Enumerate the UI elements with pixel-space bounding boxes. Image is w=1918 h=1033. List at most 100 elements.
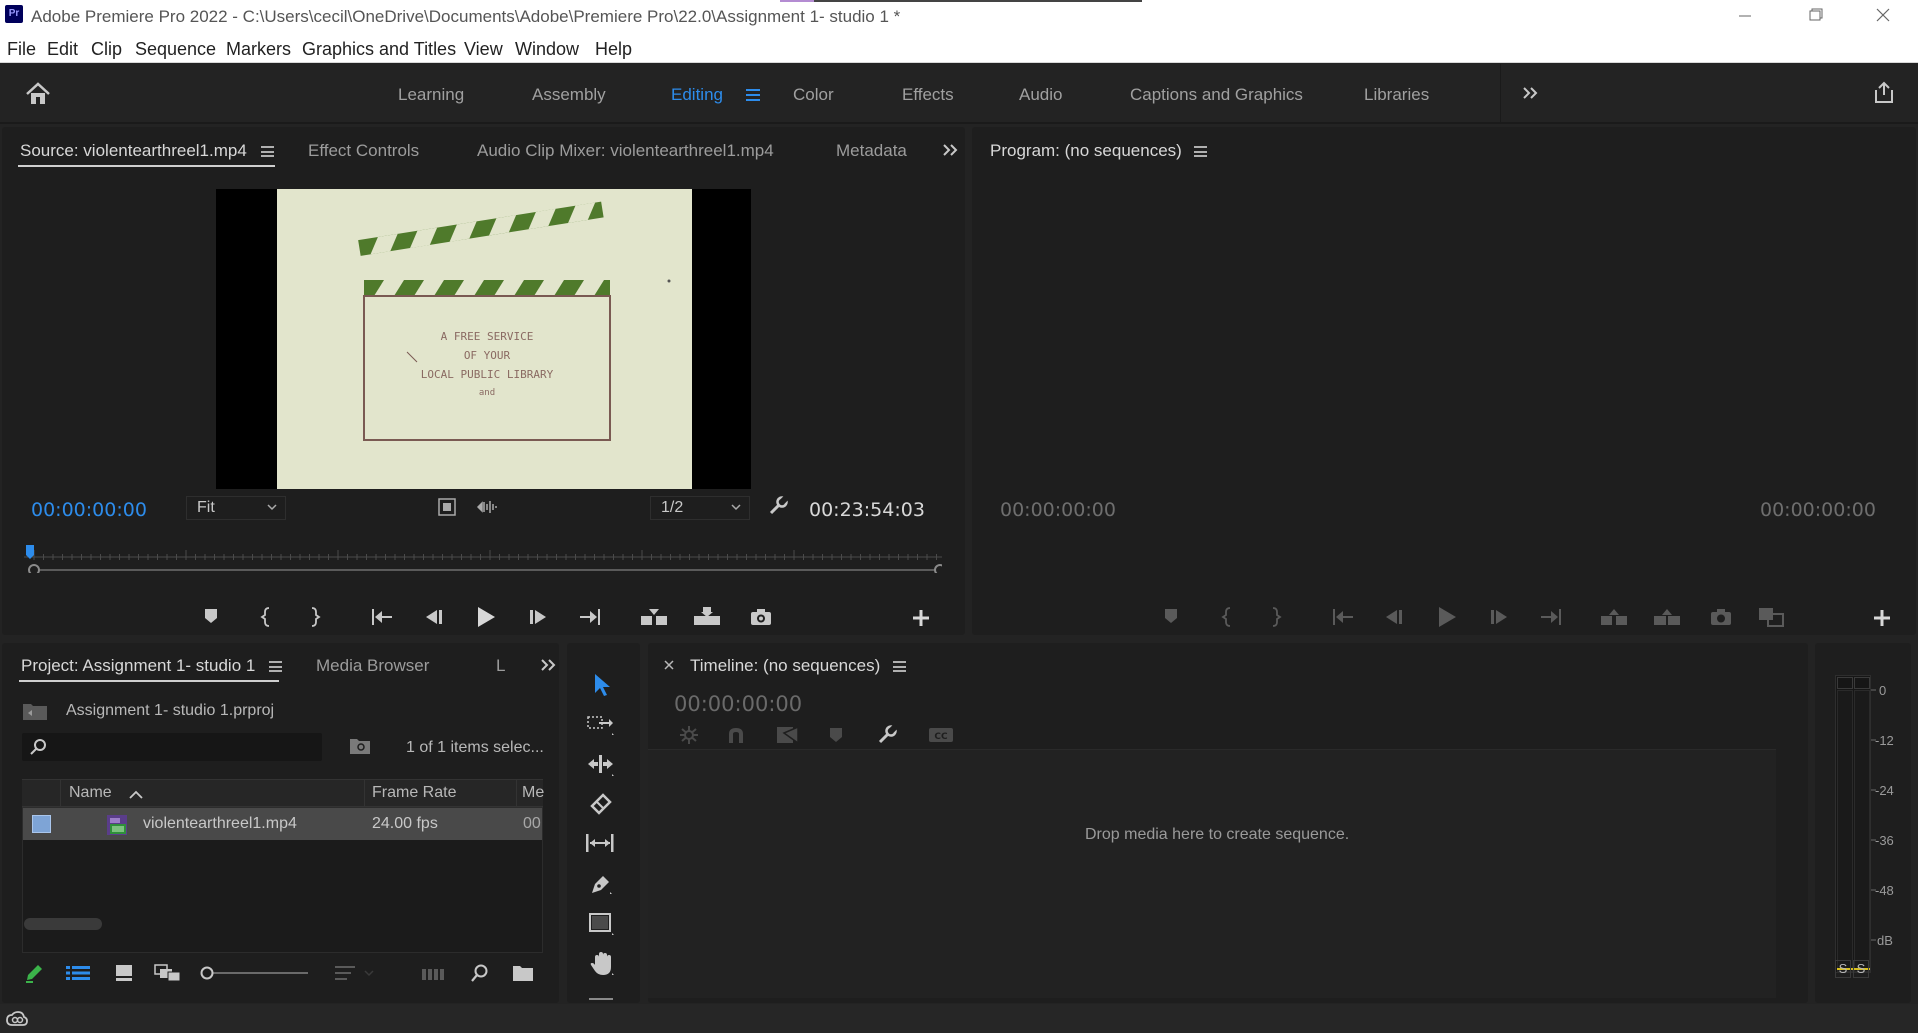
minimize-button[interactable]: [1710, 0, 1780, 30]
find-icon[interactable]: [469, 963, 489, 983]
more-tabs-icon[interactable]: [942, 143, 958, 157]
menu-help[interactable]: Help: [595, 39, 632, 60]
workspace-audio[interactable]: Audio: [1019, 85, 1062, 105]
export-frame-camera-icon[interactable]: [1710, 608, 1732, 626]
menu-edit[interactable]: Edit: [47, 39, 78, 60]
mark-out-icon[interactable]: [1270, 607, 1282, 627]
lift-icon[interactable]: [1600, 608, 1628, 626]
close-tab-icon[interactable]: [664, 660, 674, 670]
comparison-view-icon[interactable]: [1758, 607, 1784, 627]
hand-tool-icon[interactable]: [589, 951, 615, 977]
workspace-effects[interactable]: Effects: [902, 85, 954, 105]
captions-cc-icon[interactable]: CC: [928, 727, 954, 743]
play-icon[interactable]: [1437, 606, 1457, 628]
timeline-settings-wrench-icon[interactable]: [877, 725, 897, 745]
workspace-menu-icon[interactable]: [746, 89, 760, 101]
tab-libraries-truncated[interactable]: L: [496, 656, 505, 676]
add-marker-icon[interactable]: [204, 608, 218, 624]
mark-out-icon[interactable]: [309, 607, 321, 627]
label-color-swatch[interactable]: [32, 815, 51, 833]
source-panel-menu-icon[interactable]: [261, 146, 274, 157]
mark-in-icon[interactable]: [260, 607, 272, 627]
workspace-captions-and-graphics[interactable]: Captions and Graphics: [1130, 85, 1303, 105]
more-workspaces-icon[interactable]: [1522, 85, 1538, 101]
icon-view-icon[interactable]: [115, 964, 133, 982]
overwrite-icon[interactable]: [693, 606, 721, 626]
drag-audio-icon[interactable]: [477, 500, 499, 514]
wrench-settings-icon[interactable]: [768, 496, 788, 516]
menu-sequence[interactable]: Sequence: [135, 39, 216, 60]
timeline-drop-area[interactable]: Drop media here to create sequence.: [648, 750, 1776, 998]
timeline-panel-menu-icon[interactable]: [893, 661, 906, 672]
step-back-icon[interactable]: [425, 609, 443, 625]
write-protect-pencil-icon[interactable]: [24, 963, 44, 983]
source-current-timecode[interactable]: 00:00:00:00: [31, 499, 147, 521]
program-panel-menu-icon[interactable]: [1194, 146, 1207, 157]
solo-left-button[interactable]: S: [1835, 960, 1851, 978]
insert-icon[interactable]: [640, 608, 668, 626]
linked-selection-icon[interactable]: [776, 725, 800, 745]
selection-tool-icon[interactable]: [591, 673, 613, 697]
column-frame-rate[interactable]: Frame Rate: [372, 784, 456, 802]
timeline-timecode[interactable]: 00:00:00:00: [674, 692, 802, 716]
find-in-bin-icon[interactable]: [349, 737, 371, 755]
menu-window[interactable]: Window: [515, 39, 579, 60]
tab-program[interactable]: Program: (no sequences): [990, 141, 1182, 161]
menu-clip[interactable]: Clip: [91, 39, 122, 60]
resolution-dropdown[interactable]: 1/2: [650, 496, 750, 520]
step-forward-icon[interactable]: [529, 609, 547, 625]
slip-tool-icon[interactable]: [585, 832, 615, 854]
go-to-out-icon[interactable]: [1540, 608, 1562, 626]
rectangle-tool-icon[interactable]: [589, 912, 615, 936]
zoom-slider[interactable]: [200, 965, 310, 981]
snap-magnet-icon[interactable]: [726, 726, 746, 744]
mark-in-icon[interactable]: [1221, 607, 1233, 627]
workspace-editing[interactable]: Editing: [671, 85, 723, 105]
solo-right-button[interactable]: S: [1853, 960, 1869, 978]
nest-sequence-icon[interactable]: [678, 725, 700, 745]
step-forward-icon[interactable]: [1490, 609, 1508, 625]
search-input[interactable]: [22, 733, 322, 761]
button-editor-plus-icon[interactable]: [1874, 610, 1890, 626]
razor-tool-icon[interactable]: [589, 792, 613, 816]
step-back-icon[interactable]: [1385, 609, 1403, 625]
more-tabs-icon[interactable]: [540, 658, 556, 672]
extract-icon[interactable]: [1653, 608, 1681, 626]
ripple-edit-tool-icon[interactable]: [587, 753, 615, 777]
tab-source[interactable]: Source: violentearthreel1.mp4: [20, 141, 247, 161]
tab-media-browser[interactable]: Media Browser: [316, 656, 429, 676]
automate-to-sequence-icon[interactable]: [422, 967, 446, 981]
workspace-libraries[interactable]: Libraries: [1364, 85, 1429, 105]
tab-project[interactable]: Project: Assignment 1- studio 1: [21, 656, 255, 676]
tab-metadata[interactable]: Metadata: [836, 141, 907, 161]
sort-icons-icon[interactable]: [335, 965, 375, 981]
creative-cloud-icon[interactable]: [6, 1011, 28, 1027]
source-time-ruler[interactable]: [24, 545, 942, 573]
workspace-learning[interactable]: Learning: [398, 85, 464, 105]
play-icon[interactable]: [476, 606, 496, 628]
freeform-view-icon[interactable]: [154, 964, 182, 982]
go-to-in-icon[interactable]: [371, 608, 393, 626]
add-marker-icon[interactable]: [829, 727, 843, 743]
tab-timeline[interactable]: Timeline: (no sequences): [690, 656, 880, 676]
tab-audio-clip-mixer[interactable]: Audio Clip Mixer: violentearthreel1.mp4: [477, 141, 774, 161]
program-timecode-left[interactable]: 00:00:00:00: [1000, 499, 1116, 521]
horizontal-scrollbar[interactable]: [24, 918, 102, 930]
workspace-assembly[interactable]: Assembly: [532, 85, 606, 105]
track-select-forward-tool-icon[interactable]: [587, 714, 615, 736]
home-icon[interactable]: [25, 82, 51, 106]
tab-effect-controls[interactable]: Effect Controls: [308, 141, 419, 161]
table-row[interactable]: violentearthreel1.mp4 24.00 fps 00: [23, 808, 542, 840]
sort-ascending-icon[interactable]: [128, 790, 144, 800]
go-to-in-icon[interactable]: [1332, 608, 1354, 626]
menu-graphics-and-titles[interactable]: Graphics and Titles: [302, 39, 456, 60]
list-view-icon[interactable]: [66, 965, 90, 981]
new-bin-folder-icon[interactable]: [512, 964, 534, 982]
close-window-button[interactable]: [1848, 0, 1918, 30]
drag-video-icon[interactable]: [438, 498, 456, 516]
menu-file[interactable]: File: [7, 39, 36, 60]
workspace-color[interactable]: Color: [793, 85, 834, 105]
go-to-out-icon[interactable]: [579, 608, 601, 626]
column-name[interactable]: Name: [69, 784, 112, 802]
button-editor-plus-icon[interactable]: [913, 610, 929, 626]
